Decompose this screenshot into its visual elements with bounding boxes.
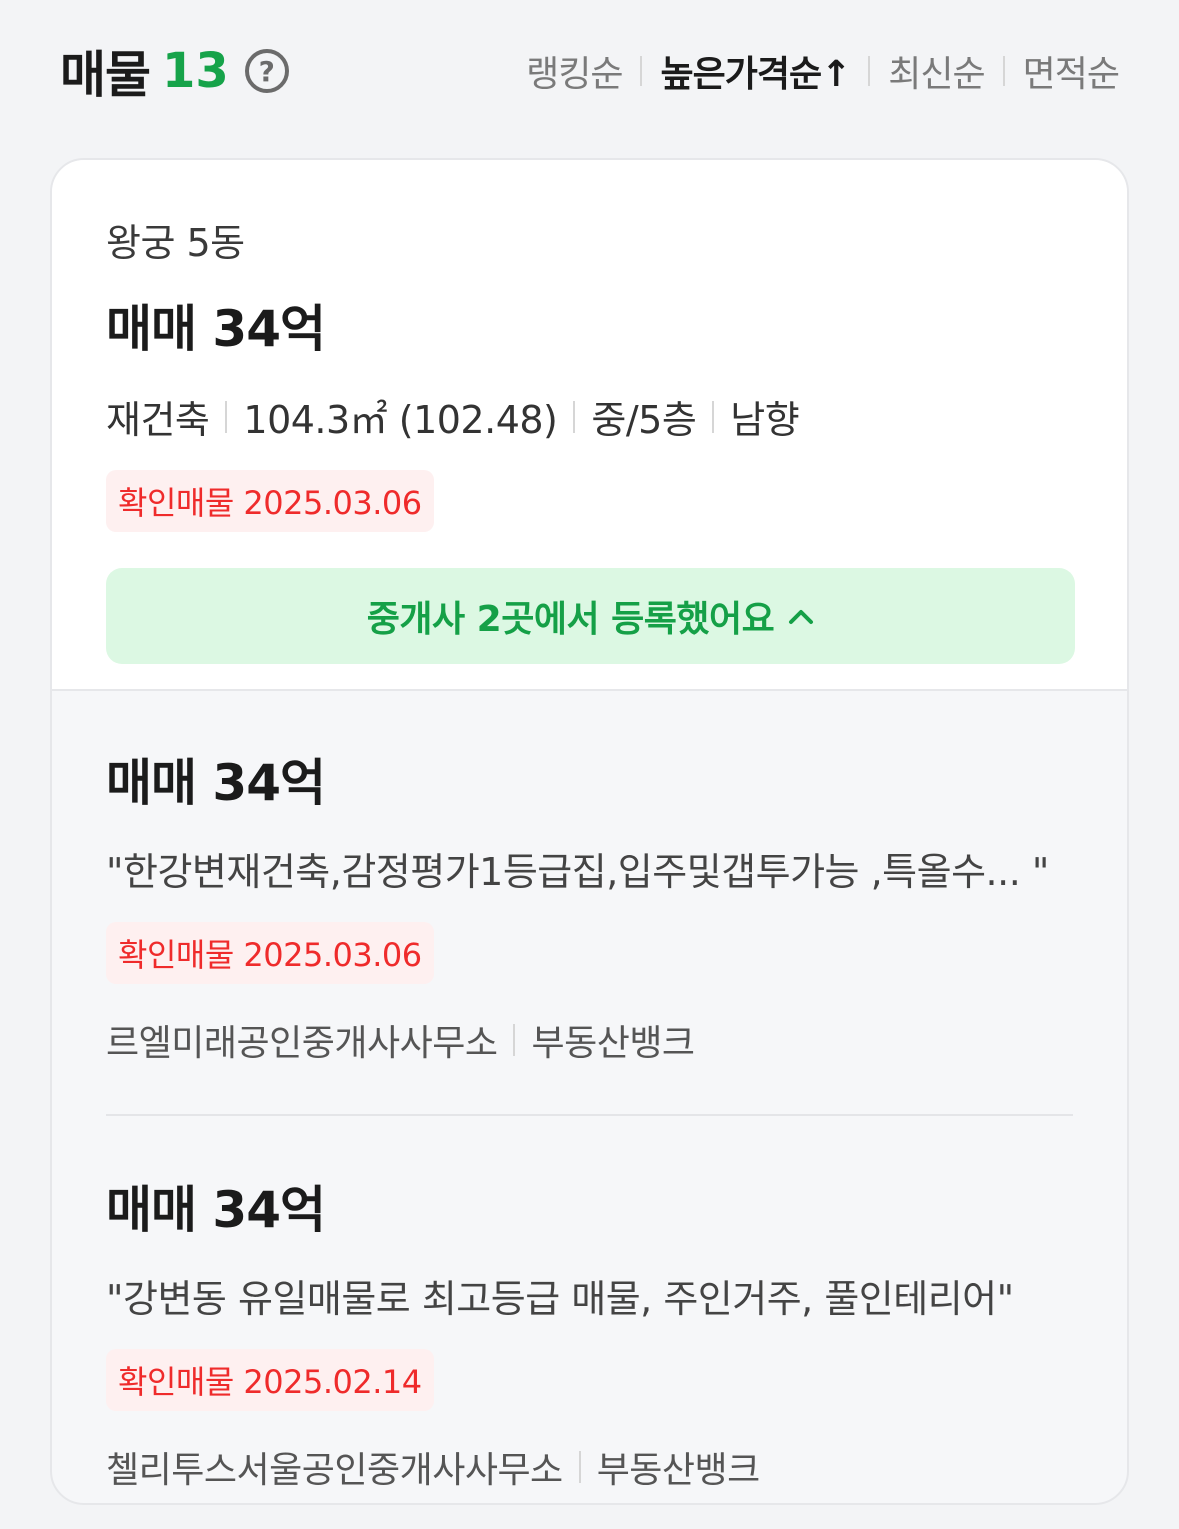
listing-header: 매물 13 ? 랭킹순 높은가격순↑ 최신순 면적순: [60, 35, 1120, 107]
listing-specs: 재건축 104.3㎡ (102.48) 중/5층 남향: [106, 389, 1073, 444]
sort-latest[interactable]: 최신순: [888, 45, 985, 97]
listing-card: 왕궁 5동 매매 34억 재건축 104.3㎡ (102.48) 중/5층 남향…: [50, 158, 1129, 1505]
spec-type: 재건축: [106, 398, 210, 442]
spec-floor: 중/5층: [591, 398, 697, 442]
divider: [513, 1024, 516, 1056]
listing-description: "강변동 유일매물로 최고등급 매물, 주인거주, 풀인테리어": [106, 1277, 1014, 1321]
sort-ranking[interactable]: 랭킹순: [526, 45, 623, 97]
question-circle-icon[interactable]: ?: [244, 49, 289, 93]
chevron-up-icon: [789, 610, 814, 624]
divider: [1002, 56, 1005, 86]
verified-badge: 확인매물 2025.02.14: [106, 1349, 434, 1411]
divider: [573, 400, 576, 433]
agency-name: 르엘미래공인중개사사무소: [106, 1023, 498, 1064]
page-title: 매물: [60, 46, 151, 104]
verified-badge: 확인매물 2025.03.06: [106, 922, 434, 984]
listing-price: 매매 34억: [106, 754, 326, 812]
agency-info: 첼리투스서울공인중개사사무소 부동산뱅크: [106, 1441, 1073, 1493]
divider: [868, 56, 871, 86]
sort-options: 랭킹순 높은가격순↑ 최신순 면적순: [526, 45, 1120, 97]
list-item[interactable]: 매매 34억 "한강변재건축,감정평가1등급집,입주및갭투가능 ,특올수... …: [52, 691, 1127, 1114]
sort-price-high[interactable]: 높은가격순↑: [660, 45, 851, 97]
sort-area[interactable]: 면적순: [1023, 45, 1120, 97]
listing-price: 매매 34억: [106, 300, 326, 358]
divider: [712, 400, 715, 433]
listing-price: 매매 34억: [106, 1181, 326, 1239]
agents-button-label: 중개사 2곳에서 등록했어요: [366, 599, 775, 640]
building-name: 왕궁 5동: [106, 221, 245, 265]
listing-summary[interactable]: 왕궁 5동 매매 34억 재건축 104.3㎡ (102.48) 중/5층 남향…: [52, 160, 1127, 691]
listing-count: 13: [162, 43, 229, 99]
spec-area: 104.3㎡ (102.48): [243, 398, 558, 442]
title-group: 매물 13 ?: [60, 35, 289, 107]
divider: [640, 56, 643, 86]
list-item[interactable]: 매매 34억 "강변동 유일매물로 최고등급 매물, 주인거주, 풀인테리어" …: [52, 1114, 1127, 1503]
agents-toggle-button[interactable]: 중개사 2곳에서 등록했어요: [106, 568, 1075, 664]
listing-description: "한강변재건축,감정평가1등급집,입주및갭투가능 ,특올수... ": [106, 850, 1049, 894]
agency-name: 첼리투스서울공인중개사사무소: [106, 1450, 563, 1491]
agency-source: 부동산뱅크: [596, 1450, 761, 1491]
divider: [578, 1451, 581, 1483]
agency-info: 르엘미래공인중개사사무소 부동산뱅크: [106, 1014, 1073, 1066]
spec-direction: 남향: [730, 398, 800, 442]
verified-badge: 확인매물 2025.03.06: [106, 470, 434, 532]
divider: [225, 400, 228, 433]
agency-source: 부동산뱅크: [531, 1023, 695, 1064]
